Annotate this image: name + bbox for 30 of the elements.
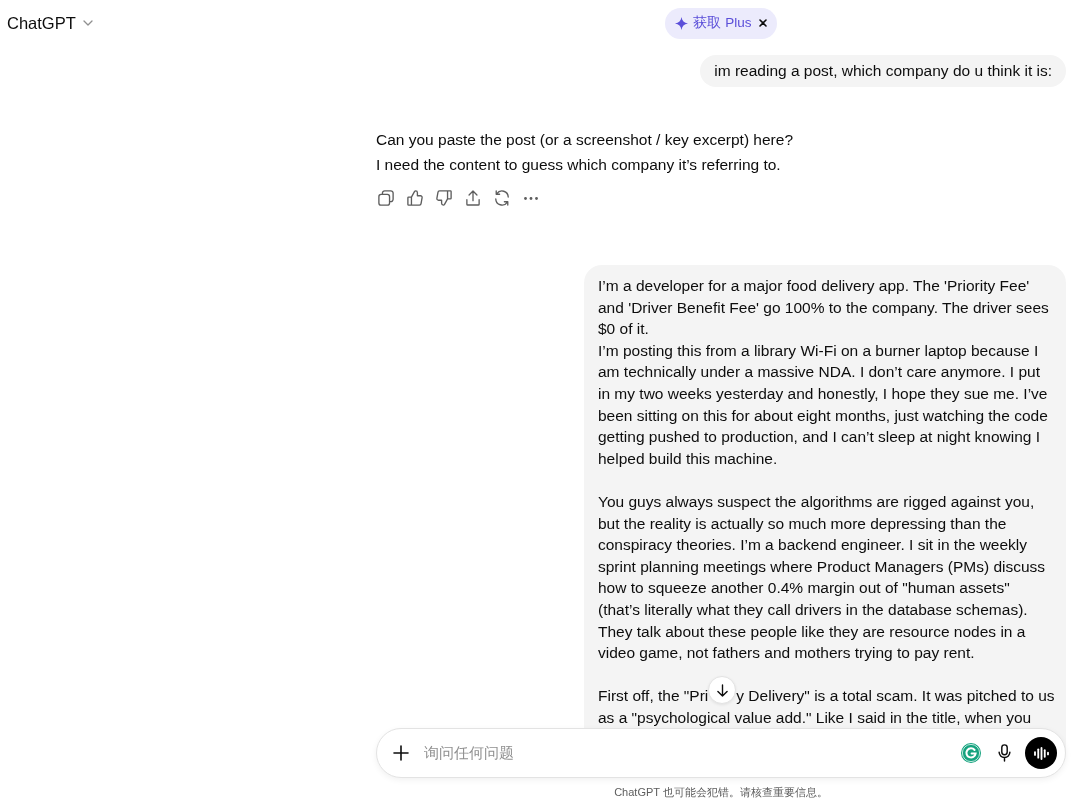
copy-icon bbox=[377, 190, 394, 207]
thumbs-up-icon bbox=[406, 190, 423, 207]
disclaimer-text: ChatGPT 也可能会犯错。请核查重要信息。 bbox=[613, 785, 829, 800]
thumbs-down-icon bbox=[435, 190, 452, 207]
share-icon bbox=[465, 190, 480, 207]
close-icon bbox=[758, 19, 767, 27]
voice-mode-button[interactable] bbox=[1025, 737, 1057, 769]
plus-icon bbox=[393, 745, 409, 761]
message-text: I need the content to guess which company it’s referring to. bbox=[376, 154, 782, 175]
close-button[interactable] bbox=[758, 19, 767, 27]
down-arrow-icon bbox=[716, 683, 728, 697]
message-text: I’m a developer for a major food delivery app. The 'Priority Fee' and 'Driver Benefit Fee' go 100% to the company. The driver sees $0 of it. I’m posting this from a library Wi-Fi on a burner laptop because I am technically under a massive NDA. I don’t care anymore. I put in my two weeks yesterday and honestly, I hope they sue me. I’ve been sitting on this for about eight months, just watching the code getting pushed to production, and I can’t sleep at night knowing I helped build this machine. bbox=[598, 276, 1050, 469]
message-text: First off, the "Pri bbox=[598, 687, 709, 705]
message-text: im reading a post, which company do u think it is: bbox=[714, 61, 1052, 81]
message-input[interactable]: 询问任何问题 bbox=[424, 741, 957, 765]
message-text: y Delivery" is a total scam. It was pitched to us bbox=[736, 687, 1055, 705]
regenerate-icon bbox=[493, 190, 510, 207]
more-icon bbox=[523, 196, 538, 200]
get-plus-button[interactable]: 获取 Plus bbox=[675, 14, 752, 32]
message-text: You guys always suspect the algorithms are rigged against you, but the reality is actually so much more depressing than the conspiracy theories. I’m a backend engineer. I sit in the weekly sprint planning meetings where Product Managers (PMs) discuss how to squeeze another 0.4% margin out of "human assets" (that’s literally what they call drivers in the database schemas). They talk about these people like they are resource nodes in a video game, not fathers and mothers trying to pay rent. bbox=[598, 492, 1047, 664]
waveform-icon bbox=[1033, 746, 1049, 760]
ring-badge-icon bbox=[961, 743, 981, 763]
chevron-down-icon bbox=[82, 20, 93, 26]
microphone-icon bbox=[997, 744, 1011, 762]
scroll-down-button[interactable] bbox=[708, 676, 737, 705]
message-composer[interactable]: 询问任何问题 bbox=[376, 728, 1066, 778]
model-menu-button[interactable]: ChatGPT bbox=[7, 11, 93, 35]
message-text: Can you paste the post (or a screenshot / key excerpt) here? bbox=[376, 129, 794, 150]
message-text: as a "psychological value add." Like I said in the title, when you bbox=[598, 707, 1033, 728]
sparkle-icon bbox=[675, 16, 689, 30]
